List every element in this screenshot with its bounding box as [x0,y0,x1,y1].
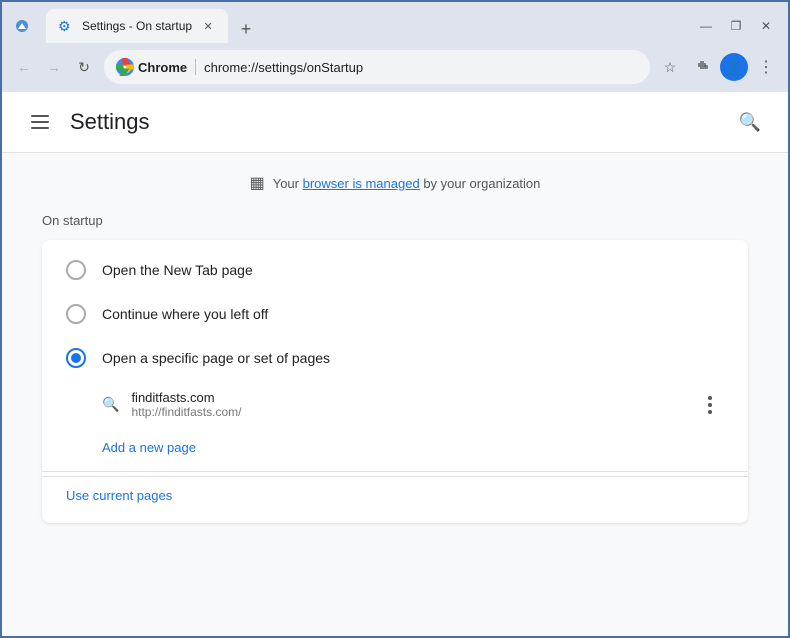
section-label: On startup [42,213,748,228]
back-button[interactable]: ← [10,53,38,81]
ham-line-2 [31,121,49,123]
page-site-name: finditfasts.com [131,390,684,405]
minimize-button[interactable]: — [692,12,720,40]
hamburger-button[interactable] [22,104,58,140]
close-button[interactable]: ✕ [752,12,780,40]
chrome-menu-button[interactable] [10,14,34,38]
address-input-wrap[interactable]: Chrome chrome://settings/onStartup [104,50,650,84]
chrome-logo-wrap: Chrome [116,58,187,76]
startup-card: Open the New Tab page Continue where you… [42,240,748,523]
managed-notice: ▦ Your browser is managed by your organi… [42,173,748,193]
page-info: finditfasts.com http://finditfasts.com/ [131,390,684,419]
profile-button[interactable]: 👤 [720,53,748,81]
card-divider [42,471,748,472]
managed-text-after-span: by your organization [423,176,540,191]
ham-line-1 [31,115,49,117]
window-controls-left [10,14,34,38]
more-dot-2 [708,403,712,407]
managed-text-before: Your browser is managed by your organiza… [273,176,541,191]
tab-close-button[interactable]: ✕ [200,18,216,34]
main-content: PC ▦ Your browser is managed by your org… [2,153,788,636]
new-tab-button[interactable]: + [232,15,260,43]
page-search-icon: 🔍 [102,396,119,413]
option-specific-label: Open a specific page or set of pages [102,350,330,366]
maximize-button[interactable]: ❐ [722,12,750,40]
add-page-link[interactable]: Add a new page [102,440,196,455]
option-continue-label: Continue where you left off [102,306,268,322]
managed-icon: ▦ [250,173,265,193]
page-more-button[interactable] [696,391,724,419]
settings-search-button[interactable]: 🔍 [732,104,768,140]
option-new-tab-label: Open the New Tab page [102,262,253,278]
ham-line-3 [31,127,49,129]
option-new-tab[interactable]: Open the New Tab page [42,248,748,292]
chrome-label: Chrome [138,60,187,75]
radio-specific[interactable] [66,348,86,368]
option-specific[interactable]: Open a specific page or set of pages [42,336,748,380]
current-pages-row: Use current pages [42,476,748,515]
settings-title: Settings [70,109,732,135]
forward-button[interactable]: → [40,53,68,81]
tab-favicon: ⚙ [58,18,74,34]
url-separator [195,59,196,75]
tab-bar: ⚙ Settings - On startup ✕ + [46,9,688,43]
nav-arrows: ← → ↻ [10,53,98,81]
radio-inner-specific [71,353,81,363]
reload-button[interactable]: ↻ [70,53,98,81]
tab-title: Settings - On startup [82,19,192,33]
startup-page-entry[interactable]: 🔍 finditfasts.com http://finditfasts.com… [42,380,748,429]
active-tab[interactable]: ⚙ Settings - On startup ✕ [46,9,228,43]
window-controls-right: — ❐ ✕ [692,12,780,40]
browser-window: ⚙ Settings - On startup ✕ + — ❐ ✕ ← → ↻ [0,0,790,638]
browser-menu-button[interactable]: ⋮ [752,53,780,81]
bookmark-button[interactable]: ☆ [656,53,684,81]
more-dot-3 [708,410,712,414]
managed-text-before-span: Your [273,176,299,191]
page-site-url: http://finditfasts.com/ [131,405,684,419]
profile-icon: 👤 [725,59,742,76]
more-dot-1 [708,396,712,400]
extensions-button[interactable] [688,53,716,81]
radio-continue[interactable] [66,304,86,324]
chrome-logo-icon [116,58,134,76]
add-page-row: Add a new page [42,429,748,467]
title-bar: ⚙ Settings - On startup ✕ + — ❐ ✕ [2,2,788,44]
page-content: Settings 🔍 PC ▦ Your browser is managed … [2,92,788,636]
url-text: chrome://settings/onStartup [204,60,638,75]
option-continue[interactable]: Continue where you left off [42,292,748,336]
address-icons: ☆ 👤 ⋮ [656,53,780,81]
address-bar: ← → ↻ Chrome chrome://settings/onStartup… [2,44,788,92]
radio-new-tab[interactable] [66,260,86,280]
settings-header: Settings 🔍 [2,92,788,153]
managed-link[interactable]: browser is managed [303,176,420,191]
use-current-pages-link[interactable]: Use current pages [66,488,172,503]
